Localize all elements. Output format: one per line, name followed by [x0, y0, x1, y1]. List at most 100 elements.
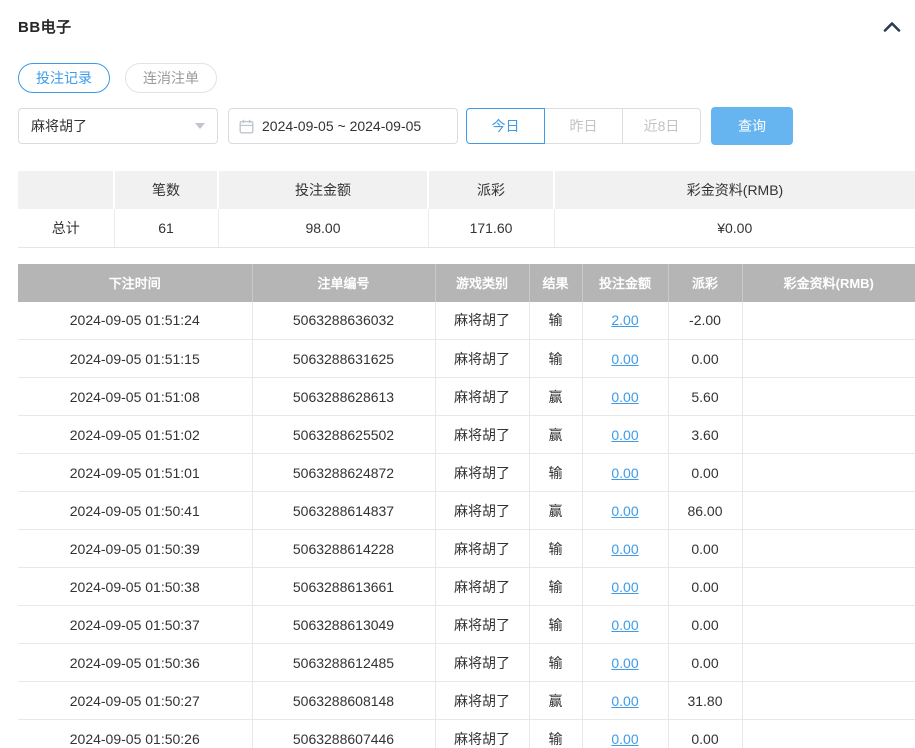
- cell-time: 2024-09-05 01:50:26: [18, 719, 253, 748]
- bet-amount-link[interactable]: 0.00: [611, 655, 638, 671]
- cell-bet: 0.00: [582, 567, 669, 606]
- cell-game: 麻将胡了: [435, 415, 530, 454]
- bet-amount-link[interactable]: 2.00: [611, 312, 638, 328]
- cell-bet: 0.00: [582, 529, 669, 568]
- cell-bet: 0.00: [582, 377, 669, 416]
- page-title: BB电子: [18, 19, 72, 36]
- range-last8days-button[interactable]: 近8日: [622, 108, 701, 144]
- summary-header-payout: 派彩: [428, 171, 555, 209]
- cell-game: 麻将胡了: [435, 491, 530, 530]
- records-header-result: 结果: [529, 263, 583, 302]
- summary-table: 笔数 投注金额 派彩 彩金资料(RMB) 总计 61 98.00 171.60 …: [18, 171, 915, 248]
- cell-jackpot: [742, 491, 915, 530]
- table-row: 2024-09-05 01:51:02 5063288625502 麻将胡了赢 0.0…: [18, 415, 915, 454]
- game-select[interactable]: 麻将胡了: [18, 108, 218, 144]
- cell-order-no: 5063288631625: [252, 339, 436, 378]
- table-row: 2024-09-05 01:50:38 5063288613661 麻将胡了输 0.0…: [18, 567, 915, 606]
- records-header-game: 游戏类别: [435, 263, 530, 302]
- collapse-button[interactable]: [883, 21, 901, 32]
- cell-game: 麻将胡了: [435, 643, 530, 682]
- bet-amount-link[interactable]: 0.00: [611, 351, 638, 367]
- tab-bet-records[interactable]: 投注记录: [18, 63, 110, 93]
- range-today-button[interactable]: 今日: [466, 108, 545, 144]
- cell-jackpot: [742, 643, 915, 682]
- bet-amount-link[interactable]: 0.00: [611, 389, 638, 405]
- filter-bar: 麻将胡了 2024-09-05 ~ 2024-09-05 今日 昨日 近8日 查…: [18, 107, 915, 145]
- cell-result: 赢: [529, 377, 583, 416]
- date-range-input[interactable]: 2024-09-05 ~ 2024-09-05: [228, 108, 458, 144]
- summary-header-row: 笔数 投注金额 派彩 彩金资料(RMB): [18, 171, 915, 209]
- bet-amount-link[interactable]: 0.00: [611, 541, 638, 557]
- cell-payout: 0.00: [668, 453, 743, 492]
- cell-jackpot: [742, 605, 915, 644]
- cell-time: 2024-09-05 01:50:38: [18, 567, 253, 606]
- bet-amount-link[interactable]: 0.00: [611, 427, 638, 443]
- cell-payout: 31.80: [668, 681, 743, 720]
- cell-time: 2024-09-05 01:51:08: [18, 377, 253, 416]
- cell-bet: 0.00: [582, 415, 669, 454]
- cell-time: 2024-09-05 01:51:15: [18, 339, 253, 378]
- cell-time: 2024-09-05 01:50:39: [18, 529, 253, 568]
- cell-order-no: 5063288612485: [252, 643, 436, 682]
- bet-amount-link[interactable]: 0.00: [611, 465, 638, 481]
- cell-order-no: 5063288636032: [252, 301, 436, 340]
- table-row: 2024-09-05 01:50:37 5063288613049 麻将胡了输 0.0…: [18, 605, 915, 644]
- date-range-value: 2024-09-05 ~ 2024-09-05: [262, 118, 422, 134]
- cell-time: 2024-09-05 01:50:27: [18, 681, 253, 720]
- records-header-time: 下注时间: [18, 263, 253, 302]
- tab-label: 连消注单: [143, 70, 199, 86]
- summary-total-jackpot: ¥0.00: [554, 209, 915, 248]
- table-row: 2024-09-05 01:50:36 5063288612485 麻将胡了输 0.0…: [18, 643, 915, 682]
- bet-amount-link[interactable]: 0.00: [611, 503, 638, 519]
- cell-payout: 0.00: [668, 339, 743, 378]
- cell-payout: 0.00: [668, 719, 743, 748]
- cell-bet: 0.00: [582, 681, 669, 720]
- tab-cascade-orders[interactable]: 连消注单: [125, 63, 217, 93]
- cell-result: 赢: [529, 491, 583, 530]
- summary-header-jackpot: 彩金资料(RMB): [554, 171, 915, 209]
- cell-payout: 0.00: [668, 605, 743, 644]
- records-header-jackpot: 彩金资料(RMB): [742, 263, 915, 302]
- records-header-row: 下注时间 注单编号 游戏类别 结果 投注金额 派彩 彩金资料(RMB): [18, 263, 915, 302]
- search-button[interactable]: 查询: [711, 107, 793, 145]
- chevron-up-icon: [883, 22, 901, 32]
- cell-jackpot: [742, 529, 915, 568]
- table-row: 2024-09-05 01:50:27 5063288608148 麻将胡了赢 0.0…: [18, 681, 915, 720]
- cell-result: 输: [529, 339, 583, 378]
- cell-jackpot: [742, 453, 915, 492]
- cell-bet: 0.00: [582, 339, 669, 378]
- cell-order-no: 5063288625502: [252, 415, 436, 454]
- cell-bet: 0.00: [582, 453, 669, 492]
- cell-result: 输: [529, 719, 583, 748]
- bet-amount-link[interactable]: 0.00: [611, 579, 638, 595]
- quick-range-group: 今日 昨日 近8日: [466, 108, 701, 144]
- cell-jackpot: [742, 567, 915, 606]
- table-row: 2024-09-05 01:50:26 5063288607446 麻将胡了输 0.0…: [18, 719, 915, 748]
- cell-payout: 5.60: [668, 377, 743, 416]
- cell-order-no: 5063288608148: [252, 681, 436, 720]
- cell-time: 2024-09-05 01:51:01: [18, 453, 253, 492]
- cell-time: 2024-09-05 01:50:37: [18, 605, 253, 644]
- bet-amount-link[interactable]: 0.00: [611, 617, 638, 633]
- cell-result: 输: [529, 529, 583, 568]
- bet-amount-link[interactable]: 0.00: [611, 693, 638, 709]
- cell-order-no: 5063288613049: [252, 605, 436, 644]
- summary-header-count: 笔数: [114, 171, 219, 209]
- range-yesterday-button[interactable]: 昨日: [544, 108, 623, 144]
- bet-amount-link[interactable]: 0.00: [611, 731, 638, 747]
- cell-order-no: 5063288624872: [252, 453, 436, 492]
- cell-result: 输: [529, 605, 583, 644]
- records-header-bet: 投注金额: [582, 263, 669, 302]
- cell-result: 赢: [529, 681, 583, 720]
- cell-bet: 0.00: [582, 491, 669, 530]
- cell-jackpot: [742, 719, 915, 748]
- cell-game: 麻将胡了: [435, 605, 530, 644]
- summary-total-bet-amount: 98.00: [218, 209, 429, 248]
- tab-bar: 投注记录 连消注单: [18, 63, 915, 93]
- table-row: 2024-09-05 01:51:08 5063288628613 麻将胡了赢 0.0…: [18, 377, 915, 416]
- cell-game: 麻将胡了: [435, 567, 530, 606]
- cell-time: 2024-09-05 01:50:36: [18, 643, 253, 682]
- cell-jackpot: [742, 415, 915, 454]
- cell-game: 麻将胡了: [435, 681, 530, 720]
- cell-payout: -2.00: [668, 301, 743, 340]
